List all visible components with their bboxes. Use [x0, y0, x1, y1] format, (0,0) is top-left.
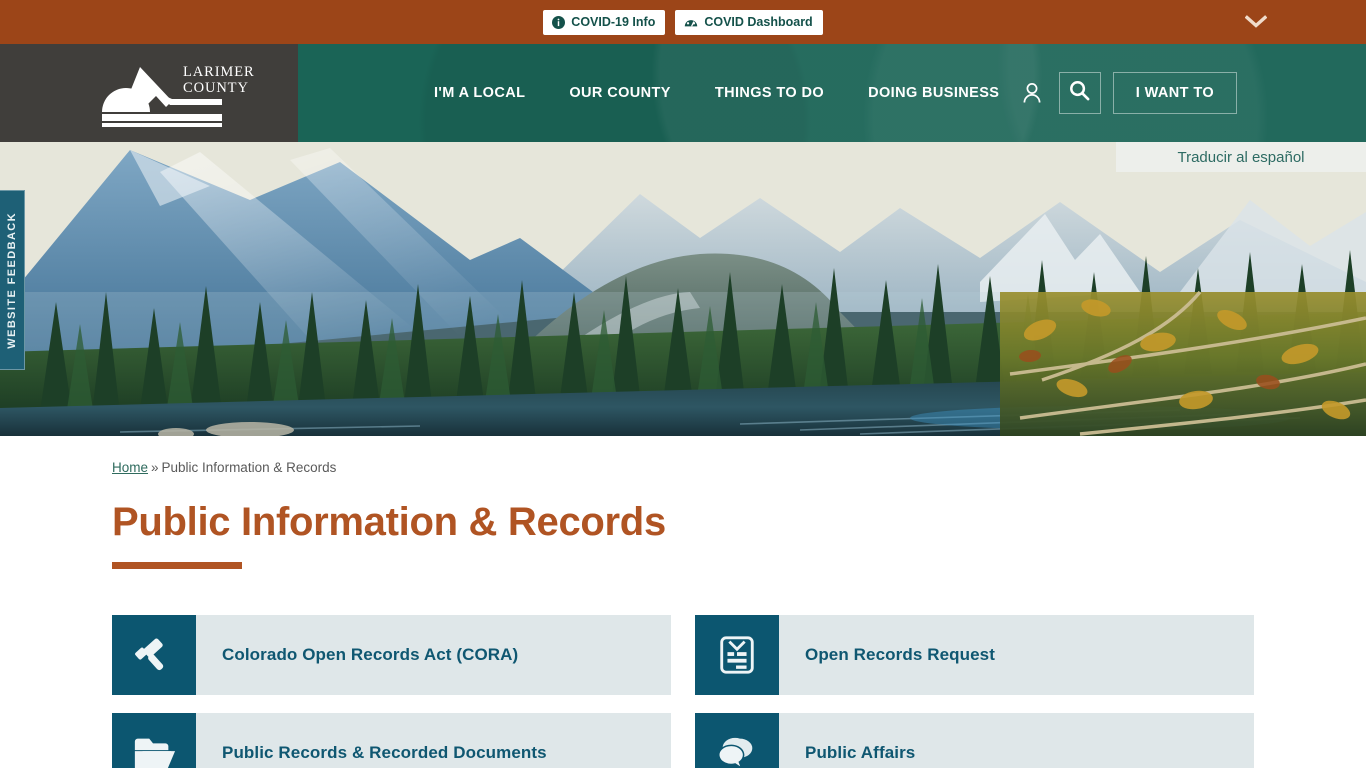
nav-things-to-do[interactable]: THINGS TO DO	[715, 85, 824, 101]
folder-open-icon	[112, 713, 196, 768]
website-feedback-tab[interactable]: Website Feedback	[0, 190, 25, 370]
covid-dashboard-label: COVID Dashboard	[704, 14, 813, 29]
search-button[interactable]	[1058, 72, 1101, 114]
info-circle-icon	[552, 15, 566, 29]
breadcrumb-current: Public Information & Records	[161, 460, 337, 475]
card-public-records[interactable]: Public Records & Recorded Documents	[112, 713, 671, 768]
primary-navigation: I'M A LOCAL OUR COUNTY THINGS TO DO DOIN…	[298, 44, 1017, 142]
logo-wordmark: LARIMER COUNTY	[183, 64, 255, 96]
card-cora[interactable]: Colorado Open Records Act (CORA)	[112, 615, 671, 695]
website-feedback-label: Website Feedback	[6, 211, 18, 349]
site-header: LARIMER COUNTY I'M A LOCAL OUR COUNTY TH…	[0, 44, 1366, 142]
card-open-records-request[interactable]: Open Records Request	[695, 615, 1254, 695]
page-title: Public Information & Records	[112, 500, 666, 544]
title-underline-rule	[112, 562, 242, 569]
nav-our-county[interactable]: OUR COUNTY	[569, 85, 670, 101]
hero-banner: Website Feedback Traducir al español	[0, 142, 1366, 436]
covid-alert-bar: COVID-19 Info COVID Dashboard	[0, 0, 1366, 44]
covid-info-button[interactable]: COVID-19 Info	[543, 9, 666, 35]
search-icon	[1069, 80, 1090, 106]
nav-doing-business[interactable]: DOING BUSINESS	[868, 85, 999, 101]
clipboard-form-icon	[695, 615, 779, 695]
hero-image	[0, 142, 1366, 436]
translate-label: Traducir al español	[1177, 148, 1305, 166]
chevron-down-icon[interactable]	[1242, 8, 1270, 36]
nav-im-a-local[interactable]: I'M A LOCAL	[434, 85, 525, 101]
logo-panel: LARIMER COUNTY	[0, 44, 298, 142]
card-public-records-label: Public Records & Recorded Documents	[222, 743, 547, 762]
breadcrumb: Home» Public Information & Records	[112, 436, 1254, 475]
card-public-affairs[interactable]: Public Affairs	[695, 713, 1254, 768]
breadcrumb-separator: »	[151, 460, 159, 475]
card-cora-label: Colorado Open Records Act (CORA)	[222, 645, 519, 664]
i-want-to-button[interactable]: I WANT TO	[1112, 72, 1237, 114]
translate-to-spanish-button[interactable]: Traducir al español	[1116, 142, 1366, 172]
logo-word-line1: LARIMER	[183, 64, 255, 80]
user-account-icon[interactable]	[1017, 78, 1047, 108]
gavel-icon	[112, 615, 196, 695]
dashboard-gauge-icon	[684, 16, 698, 29]
records-links-grid: Colorado Open Records Act (CORA) Open Re…	[112, 615, 1254, 768]
larimer-county-logo[interactable]: LARIMER COUNTY	[100, 59, 258, 127]
breadcrumb-home-link[interactable]: Home	[112, 460, 148, 475]
card-open-records-request-label: Open Records Request	[805, 645, 995, 664]
header-actions: I WANT TO	[1017, 44, 1366, 142]
covid-dashboard-button[interactable]: COVID Dashboard	[675, 9, 823, 35]
card-public-affairs-label: Public Affairs	[805, 743, 916, 762]
covid-info-label: COVID-19 Info	[571, 14, 656, 29]
main-content: Home» Public Information & Records Public…	[0, 436, 1366, 768]
speech-bubbles-icon	[695, 713, 779, 768]
logo-word-line2: COUNTY	[183, 79, 249, 96]
